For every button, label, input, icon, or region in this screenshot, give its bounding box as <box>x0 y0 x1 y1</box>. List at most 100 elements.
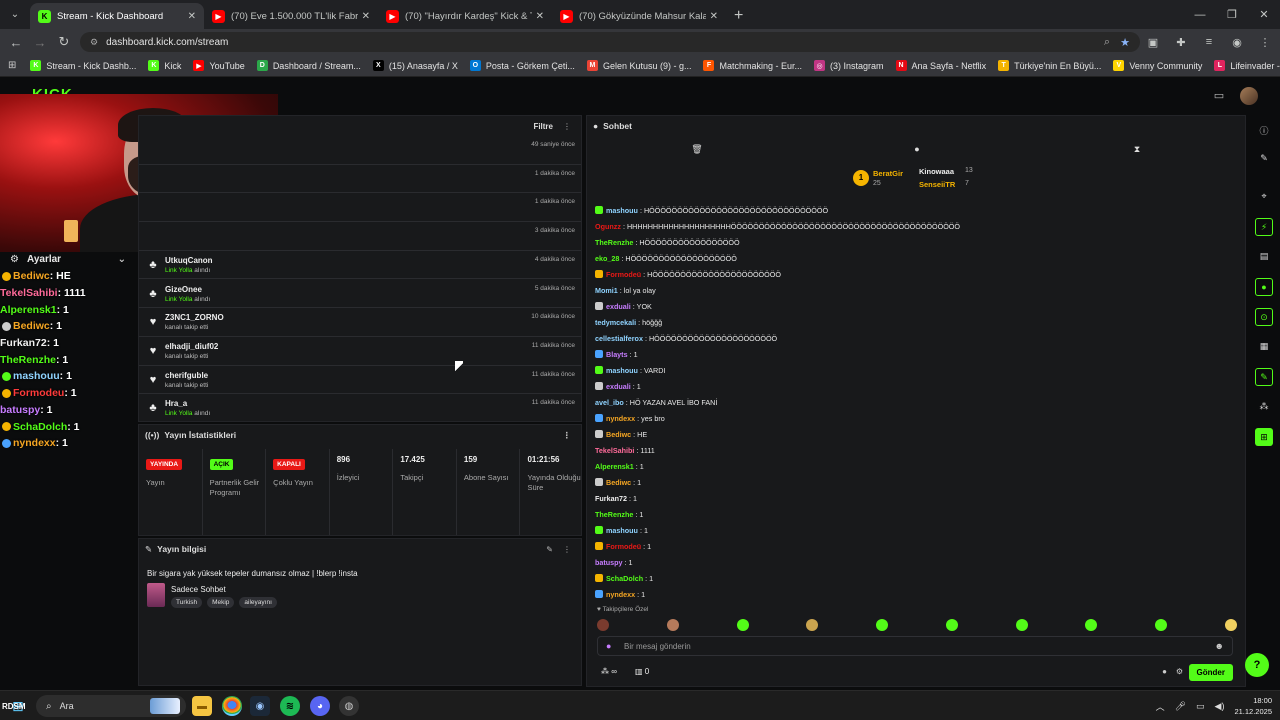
leader-third-name[interactable]: SenseiiTR <box>919 180 955 189</box>
chat-username[interactable]: exduali <box>606 302 631 311</box>
chat-username[interactable]: tedymcekali <box>595 318 636 327</box>
emote-icon[interactable] <box>876 619 889 631</box>
chat-username[interactable]: TheRenzhe <box>595 510 633 519</box>
chat-username[interactable]: Furkan72 <box>595 494 627 503</box>
more-options-icon[interactable]: ⋮ <box>563 430 572 441</box>
share-icon[interactable]: ⁂ <box>1255 397 1273 415</box>
tab-search-icon[interactable]: ⌄ <box>4 3 26 25</box>
event-username[interactable]: Hra_a <box>165 399 187 408</box>
dashboard-switch-icon[interactable]: ▭ <box>1212 89 1226 103</box>
network-icon[interactable]: ▭ <box>1196 701 1205 712</box>
broadcast-icon[interactable]: ⊙ <box>1255 308 1273 326</box>
chat-username[interactable]: exduali <box>606 382 631 391</box>
avatar[interactable] <box>1240 87 1258 105</box>
emote-icon[interactable] <box>736 619 749 631</box>
restore-icon[interactable]: ❐ <box>1216 0 1248 29</box>
extension-icon[interactable]: ▣ <box>1144 32 1162 52</box>
leader-second-name[interactable]: Kinowaaa <box>919 167 954 176</box>
bookmark-item[interactable]: V Venny Community <box>1113 60 1202 71</box>
chat-username[interactable]: mashouu <box>606 206 638 215</box>
event-username[interactable]: Z3NC1_ZORNO <box>165 313 224 322</box>
chat-username[interactable]: Alperensk1 <box>595 462 634 471</box>
notes-icon[interactable]: ▤ <box>1255 247 1273 265</box>
send-button[interactable]: Gönder <box>1188 664 1233 681</box>
chat-options-icon[interactable]: ● <box>1162 667 1167 676</box>
bookmark-item[interactable]: D Dashboard / Stream... <box>256 60 361 71</box>
reload-icon[interactable]: ↻ <box>52 34 76 50</box>
chat-username[interactable]: TheRenzhe <box>595 238 633 247</box>
volume-icon[interactable]: ◀) <box>1215 701 1225 712</box>
obs-icon[interactable]: ◍ <box>339 696 359 716</box>
chat-username[interactable]: Momi1 <box>595 286 618 295</box>
event-username[interactable]: cherifguble <box>165 371 208 380</box>
apps-grid-icon[interactable]: ⊞ <box>8 60 16 71</box>
steam-icon[interactable]: ◉ <box>250 696 270 716</box>
file-explorer-icon[interactable]: ▬ <box>192 696 212 716</box>
chat-username[interactable]: nyndexx <box>606 590 635 599</box>
chat-username[interactable]: nyndexx <box>606 414 635 423</box>
discord-icon[interactable]: ◕ <box>310 696 330 716</box>
tab-youtube-3[interactable]: ▶ (70) Gökyüzünde Mahsur Kalan ✕ <box>552 3 726 29</box>
chat-username[interactable]: Bediwc <box>606 430 631 439</box>
event-username[interactable]: GizeOnee <box>165 285 202 294</box>
settings-menu[interactable]: ⚙ Ayarlar ⌄ <box>10 252 132 266</box>
stream-tag[interactable]: Mekip <box>207 597 235 608</box>
menu-icon[interactable]: ⋮ <box>1256 32 1274 52</box>
wrench-icon[interactable]: ✎ <box>1255 368 1273 386</box>
emote-icon[interactable] <box>1085 619 1098 631</box>
leader-first-name[interactable]: BeratGir <box>873 169 903 178</box>
chat-username[interactable]: Formodeü <box>606 270 641 279</box>
bookmark-item[interactable]: K Stream - Kick Dashb... <box>30 60 136 71</box>
chat-settings-icon[interactable]: ⚙ <box>1176 667 1183 676</box>
tab-youtube-1[interactable]: ▶ (70) Eve 1.500.000 TL'lik Fabrika ✕ <box>204 3 378 29</box>
puzzle-icon[interactable]: ✚ <box>1172 32 1190 52</box>
chat-username[interactable]: eko_28 <box>595 254 619 263</box>
chat-username[interactable]: SchaDolch <box>606 574 643 583</box>
event-username[interactable]: UtkuqCanon <box>165 256 213 265</box>
chat-icon[interactable]: ● <box>1255 278 1273 296</box>
back-icon[interactable]: ← <box>4 35 28 50</box>
forward-icon[interactable]: → <box>28 35 52 50</box>
bookmark-item[interactable]: F Matchmaking - Eur... <box>703 60 802 71</box>
chat-username[interactable]: Formodeü <box>606 542 641 551</box>
taskbar-search[interactable]: ⌕ Ara <box>36 695 186 717</box>
bookmark-item[interactable]: X (15) Anasayfa / X <box>372 60 458 71</box>
close-icon[interactable]: ✕ <box>362 11 370 22</box>
bookmark-item[interactable]: K Kick <box>148 60 181 71</box>
bookmark-item[interactable]: M Gelen Kutusu (9) - g... <box>586 60 691 71</box>
filter-button[interactable]: Filtre <box>533 122 553 131</box>
emoji-icon[interactable]: ☻ <box>1215 641 1224 651</box>
chat-username[interactable]: Bediwc <box>606 478 631 487</box>
bookmark-item[interactable]: T Türkiye'nin En Büyü... <box>998 60 1101 71</box>
emote-icon[interactable] <box>1015 619 1028 631</box>
mic-icon[interactable]: ● <box>606 641 611 651</box>
emote-icon[interactable] <box>666 619 679 631</box>
chrome-icon[interactable] <box>222 696 242 716</box>
emote-icon[interactable] <box>1155 619 1168 631</box>
chat-input[interactable]: ● Bir mesaj gönderin ☻ <box>597 636 1233 656</box>
stream-tag[interactable]: Turkish <box>171 597 203 608</box>
close-window-icon[interactable]: ✕ <box>1248 0 1280 29</box>
emote-icon[interactable] <box>1224 619 1237 631</box>
chat-username[interactable]: Ogunzz <box>595 222 621 231</box>
tab-kick-dashboard[interactable]: K Stream - Kick Dashboard ✕ <box>30 3 204 29</box>
chat-username[interactable]: mashouu <box>606 366 638 375</box>
chat-username[interactable]: batuspy <box>595 558 623 567</box>
chat-username[interactable]: Blayts <box>606 350 628 359</box>
close-icon[interactable]: ✕ <box>536 11 544 22</box>
event-username[interactable]: elhadji_diuf02 <box>165 342 218 351</box>
profile-icon[interactable]: ◉ <box>1228 32 1246 52</box>
speech-icon[interactable]: ● <box>807 140 1027 158</box>
info-icon[interactable]: ⓘ <box>1255 121 1273 139</box>
microphone-icon[interactable]: 🎤︎ <box>1175 701 1186 712</box>
bookmark-item[interactable]: N Ana Sayfa - Netflix <box>895 60 986 71</box>
trash-icon[interactable]: 🗑 <box>587 140 807 158</box>
pen-icon[interactable]: ✎ <box>1255 149 1273 167</box>
minimize-icon[interactable]: — <box>1184 0 1216 29</box>
address-bar[interactable]: ⚙ dashboard.kick.com/stream ⌕ ★ <box>80 32 1140 52</box>
more-options-icon[interactable]: ⋮ <box>563 122 571 131</box>
layout-icon[interactable]: ▦ <box>1255 337 1273 355</box>
emote-icon[interactable] <box>945 619 958 631</box>
edit-icon[interactable]: ✎ <box>546 545 553 554</box>
spotify-icon[interactable]: ≋ <box>280 696 300 716</box>
